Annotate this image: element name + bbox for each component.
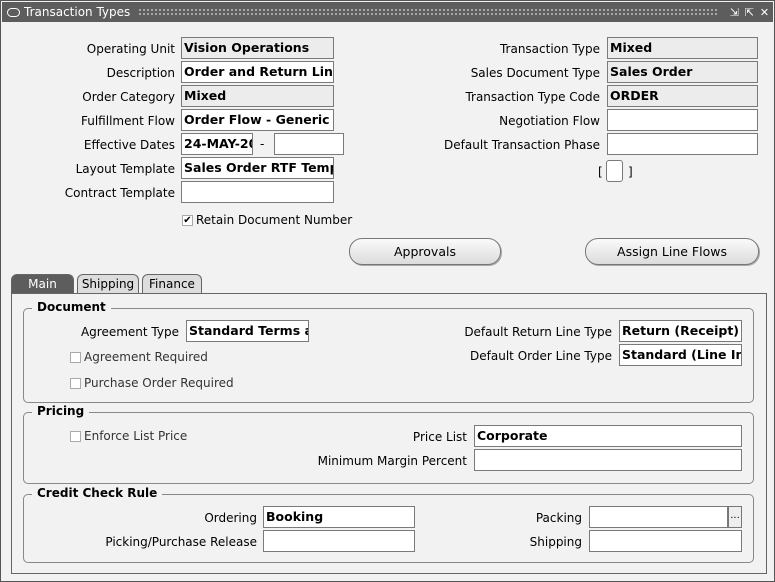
transaction-type-label: Transaction Type [499,42,600,56]
price-list-label: Price List [412,430,467,444]
min-margin-percent-label: Minimum Margin Percent [317,454,467,468]
default-order-line-type-label: Default Order Line Type [470,349,612,363]
transaction-types-window: Transaction Types ⇲ ⇱ ✕ Operating Unit V… [0,0,775,582]
checkbox-unchecked-icon[interactable] [70,351,81,363]
assign-line-flows-button[interactable]: Assign Line Flows [585,238,759,265]
retain-document-number-checkbox[interactable]: ✔ Retain Document Number [182,213,352,227]
shipping-field[interactable] [589,530,742,552]
pricing-group-title: Pricing [32,404,90,418]
credit-check-rule-title: Credit Check Rule [32,486,163,500]
ordering-label: Ordering [204,511,257,525]
purchase-order-required-checkbox[interactable]: Purchase Order Required [70,376,234,390]
effective-dates-label: Effective Dates [83,138,175,152]
tab-finance[interactable]: Finance [142,274,202,294]
fulfillment-flow-label: Fulfillment Flow [80,114,175,128]
minimize-icon[interactable]: ⇲ [728,6,741,19]
default-return-line-type-label: Default Return Line Type [464,325,612,339]
default-transaction-phase-field[interactable] [607,133,758,155]
tab-main[interactable]: Main [11,274,74,295]
agreement-type-field[interactable]: Standard Terms and Conditions [186,320,309,342]
pricing-group: Pricing [23,404,754,484]
ordering-field[interactable]: Booking [263,506,415,528]
title-bar: Transaction Types ⇲ ⇱ ✕ [2,2,773,22]
credit-check-rule-group: Credit Check Rule [23,486,754,563]
packing-label: Packing [535,511,582,525]
default-order-line-type-field[interactable]: Standard (Line Invoicing) [619,344,742,366]
enforce-list-price-checkbox[interactable]: Enforce List Price [70,429,187,443]
layout-template-label: Layout Template [75,162,175,176]
retain-document-number-label: Retain Document Number [196,213,353,227]
document-group-title: Document [32,300,111,314]
operating-unit-field[interactable]: Vision Operations [181,37,334,59]
negotiation-flow-label: Negotiation Flow [499,114,600,128]
effective-date-to-field[interactable] [274,133,344,155]
price-list-field[interactable]: Corporate [474,425,742,447]
effective-date-from-field[interactable]: 24-MAY-2000 [181,133,253,155]
order-category-label: Order Category [82,90,175,104]
layout-template-field[interactable]: Sales Order RTF Template [181,157,334,179]
title-bar-texture [138,8,718,16]
sales-document-type-field[interactable]: Sales Order [607,61,758,83]
packing-field[interactable] [589,506,728,528]
tab-shipping[interactable]: Shipping [77,274,139,294]
descriptive-flexfield[interactable] [606,160,623,182]
checkbox-unchecked-icon[interactable] [70,377,81,389]
dff-bracket-close: ] [628,165,633,179]
sales-document-type-label: Sales Document Type [470,66,600,80]
default-transaction-phase-label: Default Transaction Phase [444,138,600,152]
packing-lov-button[interactable]: ... [728,506,742,528]
picking-release-field[interactable] [263,530,415,552]
close-icon[interactable]: ✕ [758,6,771,19]
contract-template-field[interactable] [181,181,334,203]
default-return-line-type-field[interactable]: Return (Receipt) [619,320,742,342]
dff-bracket-open: [ [598,165,603,179]
contract-template-label: Contract Template [64,186,175,200]
fulfillment-flow-field[interactable]: Order Flow - Generic [181,109,334,131]
purchase-order-required-label: Purchase Order Required [84,376,234,390]
description-label: Description [106,66,175,80]
checkbox-checked-icon[interactable]: ✔ [182,214,193,226]
order-category-field[interactable]: Mixed [181,85,334,107]
window-title: Transaction Types [24,5,131,19]
transaction-type-code-field[interactable]: ORDER [607,85,758,107]
agreement-required-label: Agreement Required [84,350,208,364]
window-menu-icon[interactable] [7,7,20,17]
transaction-type-code-label: Transaction Type Code [465,90,600,104]
operating-unit-label: Operating Unit [86,42,175,56]
enforce-list-price-label: Enforce List Price [84,429,188,443]
agreement-required-checkbox[interactable]: Agreement Required [70,350,208,364]
date-separator: - [260,137,265,151]
description-field[interactable]: Order and Return Lines [181,61,334,83]
shipping-label: Shipping [529,535,582,549]
checkbox-unchecked-icon[interactable] [70,430,81,442]
negotiation-flow-field[interactable] [607,109,758,131]
min-margin-percent-field[interactable] [474,449,742,471]
picking-release-label: Picking/Purchase Release [105,535,257,549]
transaction-type-field[interactable]: Mixed [607,37,758,59]
maximize-icon[interactable]: ⇱ [743,6,756,19]
agreement-type-label: Agreement Type [80,325,179,339]
approvals-button[interactable]: Approvals [349,238,501,265]
